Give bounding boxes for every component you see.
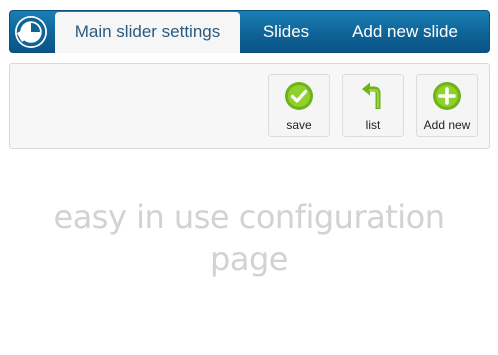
- add-new-button-label: Add new: [423, 118, 471, 132]
- list-button-label: list: [365, 118, 381, 132]
- toolbar: save list Add new: [9, 63, 490, 149]
- list-button[interactable]: list: [342, 74, 404, 137]
- back-arrow-icon: [362, 82, 381, 109]
- tab-add-new-slide[interactable]: Add new slide: [340, 11, 470, 52]
- save-button[interactable]: save: [268, 74, 330, 137]
- caption-text: easy in use configuration page: [0, 196, 498, 280]
- caption-line-1: easy in use configuration: [53, 198, 446, 236]
- top-navigation-bar: Main slider settings Slides Add new slid…: [9, 10, 490, 53]
- caption-line-2: page: [210, 240, 288, 278]
- checkmark-circle-icon: [285, 82, 313, 110]
- plus-circle-icon: [433, 82, 461, 110]
- save-button-label: save: [286, 118, 312, 132]
- tab-main-slider-settings[interactable]: Main slider settings: [55, 12, 240, 53]
- add-new-button[interactable]: Add new: [416, 74, 478, 137]
- logo-icon: [15, 16, 47, 48]
- tab-slides[interactable]: Slides: [253, 11, 319, 52]
